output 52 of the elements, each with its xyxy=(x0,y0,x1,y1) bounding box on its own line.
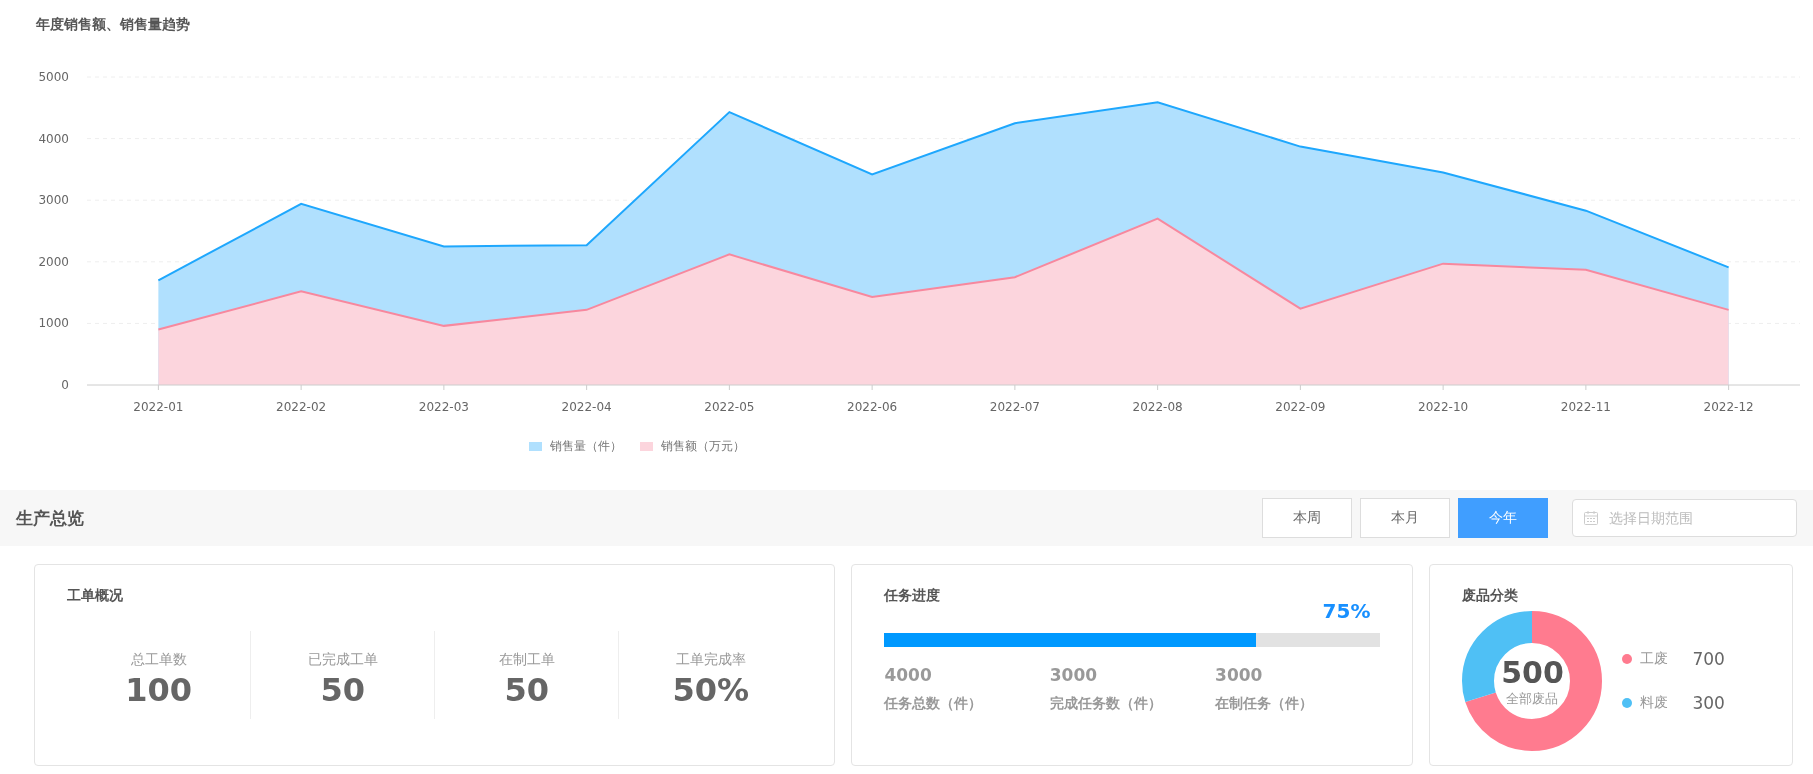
stat-value: 50 xyxy=(320,671,365,709)
chart-title: 年度销售额、销售量趋势 xyxy=(35,15,191,34)
axis-label: 1000 xyxy=(38,316,69,331)
card-title: 工单概况 xyxy=(67,587,124,605)
axis-label: 0 xyxy=(61,378,69,392)
axis-label: 2022-07 xyxy=(989,400,1040,414)
axis-label: 2022-08 xyxy=(1132,400,1183,414)
date-range-input[interactable]: 选择日期范围 xyxy=(1607,509,1786,527)
date-range-field[interactable]: 选择日期范围 xyxy=(1572,499,1797,537)
legend-item[interactable]: 销售额（万元） xyxy=(639,438,745,455)
task-count: 3000 xyxy=(1049,665,1099,685)
task-label: 完成任务数（件） xyxy=(1049,695,1163,713)
legend-value: 300 xyxy=(1692,693,1725,713)
stat-value: 100 xyxy=(125,671,192,709)
axis-label: 2022-05 xyxy=(704,400,755,414)
axis-label: 2022-04 xyxy=(561,400,612,414)
axis-label: 5000 xyxy=(38,70,69,84)
legend-name: 料废 xyxy=(1640,694,1670,712)
stat-label: 在制工单 xyxy=(498,651,555,669)
period-button[interactable]: 本周 xyxy=(1262,498,1352,538)
axis-label: 2022-12 xyxy=(1703,400,1754,414)
stat-label: 已完成工单 xyxy=(307,651,378,669)
axis-label: 2000 xyxy=(38,254,69,269)
legend-item[interactable]: 销售量（件） xyxy=(528,438,622,455)
stat-value: 50 xyxy=(504,671,550,709)
axis-label: 2022-03 xyxy=(418,400,469,414)
task-label: 任务总数（件） xyxy=(884,695,984,713)
calendar-icon xyxy=(1583,510,1599,526)
task-count: 3000 xyxy=(1215,665,1264,685)
task-label: 在制任务（件） xyxy=(1215,695,1315,713)
axis-label: 2022-06 xyxy=(847,400,898,414)
section-title: 生产总览 xyxy=(16,506,85,530)
axis-label: 2022-01 xyxy=(133,400,184,414)
axis-label: 3000 xyxy=(38,193,69,208)
card-title: 任务进度 xyxy=(884,587,941,605)
legend-name: 工废 xyxy=(1640,650,1670,668)
period-button[interactable]: 今年 xyxy=(1458,498,1548,538)
axis-label: 2022-09 xyxy=(1275,400,1326,414)
legend-value: 700 xyxy=(1692,649,1725,669)
stat-label: 总工单数 xyxy=(130,651,187,669)
task-count: 4000 xyxy=(884,665,933,685)
period-button[interactable]: 本月 xyxy=(1360,498,1450,538)
stat-value: 50% xyxy=(672,671,750,709)
axis-label: 4000 xyxy=(38,131,69,146)
axis-label: 2022-11 xyxy=(1560,400,1611,414)
donut-total: 500 xyxy=(1501,654,1564,690)
progress-percent: 75% xyxy=(1322,599,1371,623)
axis-label: 2022-10 xyxy=(1418,400,1469,414)
stat-label: 工单完成率 xyxy=(675,651,746,669)
card-title: 废品分类 xyxy=(1462,587,1520,605)
axis-label: 2022-02 xyxy=(276,400,327,414)
donut-label: 全部废品 xyxy=(1506,689,1559,708)
